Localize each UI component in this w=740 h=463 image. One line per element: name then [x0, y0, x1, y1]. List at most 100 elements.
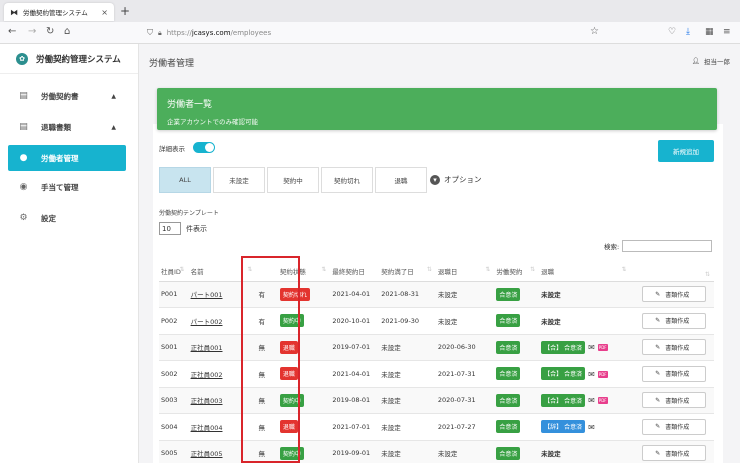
employee-name-link[interactable]: 正社員004: [191, 424, 223, 432]
search-input[interactable]: [622, 240, 713, 252]
pdf-icon[interactable]: PDF: [597, 344, 608, 352]
reload-icon[interactable]: ↻: [46, 26, 54, 37]
contract-status-badge: 契約切れ: [279, 287, 310, 301]
last-contract-date: 2019-08-01: [330, 387, 380, 414]
browser-toolbar: ← → ↻ ⌂ ⛉ 🔒︎ https://jcasys.com/employee…: [0, 22, 740, 44]
filter-retired[interactable]: 退職: [375, 167, 427, 193]
last-contract-date: 2021-04-01: [330, 360, 380, 388]
sidebar-item-retirement[interactable]: ▤ 退職書類 ▲: [8, 114, 126, 140]
sidebar-item-settings[interactable]: ⚙ 設定: [8, 205, 126, 231]
detail-toggle[interactable]: [193, 142, 215, 153]
employee-name-link[interactable]: パート002: [191, 318, 223, 326]
create-document-button[interactable]: ✎ 書類作成: [642, 445, 707, 462]
table-row[interactable]: S003 正社員003 無 契約中 2019-08-01 未設定 2020-07…: [159, 387, 714, 414]
bookmark-star-icon[interactable]: ☆: [590, 26, 599, 37]
address-bar[interactable]: ⛉ 🔒︎ https://jcasys.com/employees: [145, 25, 605, 41]
column-header[interactable]: 退職日 ⇅: [435, 261, 495, 282]
create-document-button[interactable]: ✎ 書類作成: [642, 365, 707, 382]
retire-type-badge: 【合】 合意済: [541, 367, 586, 381]
table-row[interactable]: S001 正社員001 無 退職 2019-07-01 未設定 2020-06-…: [159, 334, 714, 361]
download-icon[interactable]: ⤓: [686, 27, 690, 37]
gender-cell: 無: [256, 413, 278, 441]
filter-unset[interactable]: 未設定: [213, 167, 265, 193]
filter-active[interactable]: 契約中: [267, 167, 319, 193]
create-document-button[interactable]: ✎ 書類作成: [642, 418, 707, 435]
user-menu[interactable]: 👤︎ 担当一郎: [692, 56, 730, 66]
create-document-button[interactable]: ✎ 書類作成: [642, 312, 707, 329]
contract-end-date: 2021-09-30: [379, 307, 436, 335]
table-row[interactable]: S004 正社員004 無 退職 2021-07-01 未設定 2021-07-…: [159, 413, 714, 441]
mail-icon[interactable]: ✉: [588, 370, 595, 379]
column-header[interactable]: 契約状態 ⇅: [277, 261, 331, 282]
contract-end-date: 未設定: [379, 360, 436, 388]
create-document-button[interactable]: ✎ 書類作成: [642, 286, 707, 303]
lock-icon: 🔒︎: [158, 28, 162, 37]
page-title: 労働者管理: [149, 59, 195, 69]
last-contract-date: 2020-10-01: [330, 307, 380, 335]
page-length-select[interactable]: 10: [159, 222, 181, 235]
employee-name-link[interactable]: パート001: [191, 291, 223, 299]
mail-icon[interactable]: ✉: [588, 343, 595, 352]
pdf-icon[interactable]: PDF: [597, 397, 608, 405]
table-row[interactable]: P002 パート002 有 契約中 2020-10-01 2021-09-30 …: [159, 307, 714, 335]
tab-title: 労働契約管理システム: [23, 9, 88, 17]
list-banner: 労働者一覧 企業アカウントでのみ確認可能: [157, 88, 717, 130]
pencil-icon: ✎: [655, 449, 661, 457]
document-icon: ▤: [19, 91, 28, 101]
close-tab-icon[interactable]: ×: [101, 8, 108, 17]
employee-name-link[interactable]: 正社員001: [191, 344, 223, 352]
column-header[interactable]: ⇅: [640, 261, 714, 282]
mail-icon[interactable]: ✉: [588, 396, 595, 405]
new-employee-button[interactable]: 新規追加: [658, 140, 714, 162]
create-document-button[interactable]: ✎ 書類作成: [642, 392, 707, 409]
employee-name-link[interactable]: 正社員002: [191, 371, 223, 379]
sidebar-item-employees[interactable]: ● 労働者管理: [8, 145, 126, 171]
column-header[interactable]: 労働契約 ⇅: [494, 261, 540, 282]
sidebar-item-label: 労働者管理: [41, 153, 79, 163]
table-row[interactable]: P001 パート001 有 契約切れ 2021-04-01 2021-08-31…: [159, 281, 714, 308]
filter-all[interactable]: ALL: [159, 167, 211, 193]
sidebar-item-contracts[interactable]: ▤ 労働契約書 ▲: [8, 83, 126, 109]
column-header[interactable]: 契約満了日 ⇅: [379, 261, 436, 282]
contract-end-date: 未設定: [379, 440, 436, 463]
user-name: 担当一郎: [704, 58, 730, 66]
back-icon[interactable]: ←: [8, 26, 16, 37]
retire-type-badge: 【合】 合意済: [541, 340, 586, 354]
logo-icon: ✿: [16, 52, 28, 65]
table-row[interactable]: S002 正社員002 無 退職 2021-04-01 未設定 2021-07-…: [159, 360, 714, 388]
employee-name-link[interactable]: 正社員005: [191, 450, 223, 458]
last-contract-date: 2019-07-01: [330, 334, 380, 361]
retirement-date: 2020-07-31: [435, 387, 495, 414]
chevron-down-icon: ▾: [430, 174, 440, 185]
pocket-icon[interactable]: ♡: [668, 27, 676, 37]
browser-tab[interactable]: ⧓ 労働契約管理システム ×: [4, 3, 114, 21]
home-icon[interactable]: ⌂: [64, 26, 70, 37]
column-header[interactable]: [256, 261, 278, 282]
detail-toggle-row: 詳細表示: [159, 142, 215, 153]
forward-icon[interactable]: →: [28, 26, 36, 37]
menu-icon[interactable]: ≡: [723, 27, 731, 37]
column-header[interactable]: 最終契約日: [330, 261, 380, 282]
column-header[interactable]: 社員ID ⇅: [159, 261, 189, 282]
new-tab-icon[interactable]: +: [120, 4, 130, 18]
user-icon: 👤︎: [691, 57, 700, 65]
retirement-cell: 【合】 合意済 ✉ PDF: [539, 360, 631, 388]
column-header[interactable]: 退職 ⇅: [539, 261, 631, 282]
create-document-button[interactable]: ✎ 書類作成: [642, 339, 707, 356]
table-row[interactable]: S005 正社員005 無 契約中 2019-09-01 未設定 未設定 合意済…: [159, 440, 714, 463]
employee-name-link[interactable]: 正社員003: [191, 397, 223, 405]
shield-icon: ⛉: [147, 28, 153, 37]
mail-icon[interactable]: ✉: [588, 423, 595, 432]
column-header[interactable]: [630, 261, 641, 282]
pencil-icon: ✎: [655, 343, 661, 351]
filter-expired[interactable]: 契約切れ: [321, 167, 373, 193]
extensions-icon[interactable]: ▦: [705, 27, 714, 37]
option-toggle[interactable]: ▾ オプション: [430, 174, 482, 185]
status-filters: ALL 未設定 契約中 契約切れ 退職: [159, 167, 427, 193]
sidebar-item-label: 労働契約書: [41, 91, 79, 101]
column-header[interactable]: 名前 ⇅: [188, 261, 257, 282]
brand[interactable]: ✿ 労働契約管理システム: [0, 44, 138, 74]
employee-id: S002: [159, 360, 189, 388]
sidebar-item-allowances[interactable]: ◉ 手当て管理: [8, 174, 126, 200]
pdf-icon[interactable]: PDF: [597, 370, 608, 378]
